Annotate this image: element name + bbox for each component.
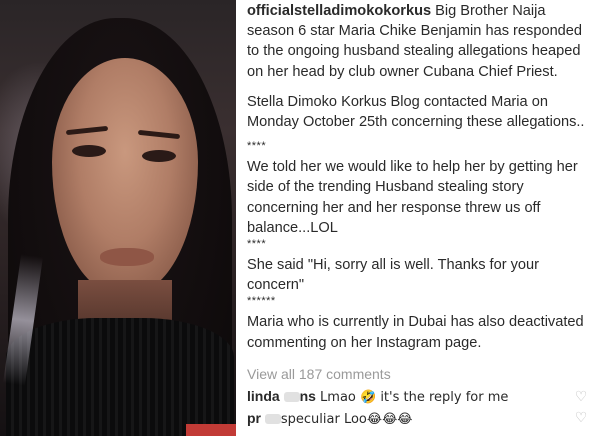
photo-left-eye bbox=[72, 145, 106, 157]
post-caption: officialstelladimokokorkus Big Brother N… bbox=[247, 1, 593, 363]
redaction-smudge bbox=[283, 392, 300, 403]
comment-text: speculiar Loo😂😂😂 bbox=[280, 412, 413, 427]
comment-item: pr speculiar Loo😂😂😂 bbox=[247, 410, 573, 427]
photo-clothing bbox=[6, 318, 234, 436]
post-username[interactable]: officialstelladimokokorkus bbox=[247, 3, 431, 19]
heart-outline-icon[interactable]: ♡ bbox=[572, 388, 590, 404]
caption-paragraph-1: officialstelladimokokorkus Big Brother N… bbox=[247, 3, 583, 80]
view-all-comments-link[interactable]: View all 187 comments bbox=[247, 366, 391, 382]
caption-paragraph-4: She said "Hi, sorry all is well. Thanks … bbox=[247, 257, 540, 294]
profile-photo bbox=[0, 0, 236, 436]
photo-right-eye bbox=[142, 150, 176, 162]
caption-separator: **** bbox=[247, 140, 267, 153]
caption-paragraph-3: We told her we would like to help her by… bbox=[247, 159, 578, 236]
caption-paragraph-2: Stella Dimoko Korkus Blog contacted Mari… bbox=[247, 93, 585, 131]
caption-separator: ****** bbox=[247, 295, 276, 308]
caption-paragraph-5: Maria who is currently in Dubai has also… bbox=[247, 314, 584, 351]
comment-item: linda ns Lmao 🤣 it's the reply for me bbox=[247, 388, 573, 405]
heart-outline-icon[interactable]: ♡ bbox=[572, 409, 590, 425]
comment-username[interactable]: pr bbox=[247, 410, 281, 426]
comment-username[interactable]: linda ns bbox=[247, 388, 316, 404]
redaction-smudge bbox=[264, 414, 281, 425]
comment-text: Lmao 🤣 it's the reply for me bbox=[315, 390, 509, 405]
caption-separator: **** bbox=[247, 238, 267, 251]
photo-lips bbox=[100, 248, 154, 266]
photo-corner-accent bbox=[186, 424, 236, 436]
